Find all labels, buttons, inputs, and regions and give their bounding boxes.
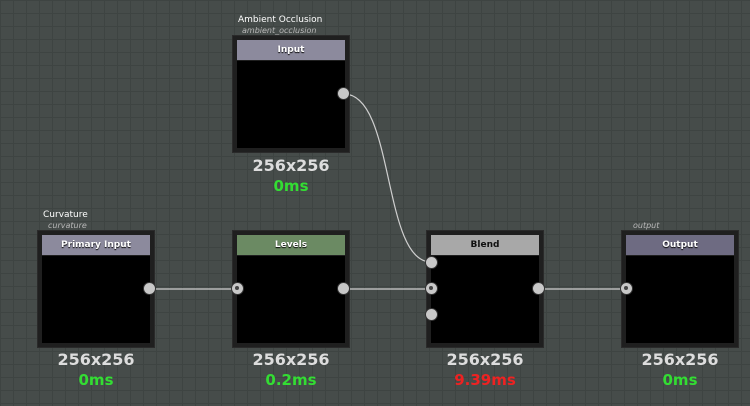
node-preview: [237, 256, 345, 343]
node-header: Input: [237, 40, 345, 60]
node-title-curvature: Curvature: [43, 210, 88, 220]
wire-ambient-to-blend: [343, 93, 432, 263]
node-time: 0ms: [662, 371, 698, 389]
node-subtitle-ambient-occlusion: ambient_occlusion: [242, 26, 317, 35]
node-preview: [42, 256, 150, 343]
node-resolution: 256x256: [641, 350, 719, 369]
node-preview: [431, 256, 539, 343]
node-resolution: 256x256: [252, 156, 330, 175]
node-header: Primary Input: [42, 235, 150, 255]
output-port[interactable]: [337, 87, 350, 100]
node-header: Output: [626, 235, 734, 255]
node-time: 9.39ms: [454, 371, 516, 389]
output-port[interactable]: [532, 282, 545, 295]
node-output[interactable]: Output: [622, 231, 738, 347]
node-preview: [626, 256, 734, 343]
node-subtitle-output: output: [633, 221, 660, 230]
node-header: Blend: [431, 235, 539, 255]
node-resolution: 256x256: [446, 350, 524, 369]
input-port[interactable]: [231, 282, 244, 295]
node-time: 0ms: [78, 371, 114, 389]
node-curvature-input[interactable]: Primary Input: [38, 231, 154, 347]
foreground-input-port[interactable]: [425, 256, 438, 269]
node-resolution: 256x256: [57, 350, 135, 369]
node-header: Levels: [237, 235, 345, 255]
background-input-port[interactable]: [425, 282, 438, 295]
node-time: 0ms: [273, 177, 309, 195]
input-port[interactable]: [620, 282, 633, 295]
node-blend[interactable]: Blend: [427, 231, 543, 347]
node-levels[interactable]: Levels: [233, 231, 349, 347]
node-ambient-occlusion-input[interactable]: Input: [233, 36, 349, 152]
mask-input-port[interactable]: [425, 308, 438, 321]
node-preview: [237, 61, 345, 148]
output-port[interactable]: [143, 282, 156, 295]
output-port[interactable]: [337, 282, 350, 295]
node-resolution: 256x256: [252, 350, 330, 369]
node-subtitle-curvature: curvature: [48, 221, 87, 230]
node-title-ambient-occlusion: Ambient Occlusion: [238, 15, 323, 25]
node-time: 0.2ms: [265, 371, 317, 389]
